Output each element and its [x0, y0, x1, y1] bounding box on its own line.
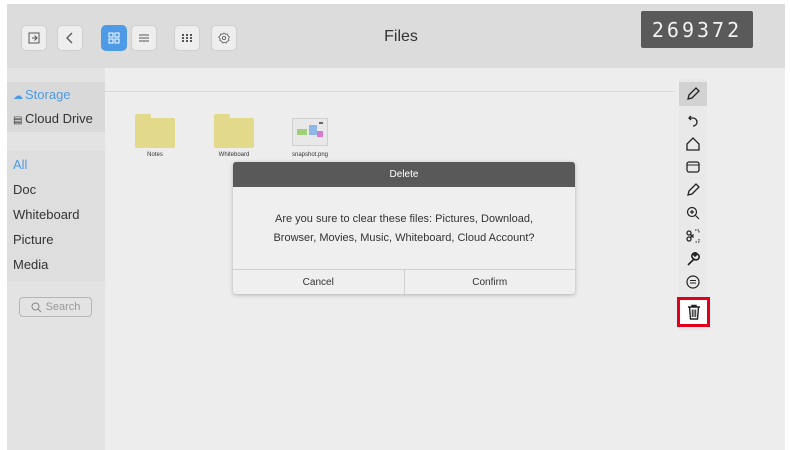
file-name: Whiteboard: [218, 152, 250, 158]
list-view-icon: [139, 34, 149, 42]
pencil-tool[interactable]: [679, 82, 707, 106]
screenshot-icon: [686, 229, 700, 243]
tools-tool[interactable]: [679, 247, 707, 271]
right-toolbar: [679, 79, 707, 331]
sidebar-item-picture[interactable]: Picture: [13, 232, 53, 247]
sidebar: ☁ Storage ▤ Cloud Drive All Doc Whiteboard…: [7, 68, 105, 450]
sidebar-item-media[interactable]: Media: [13, 257, 48, 272]
file-name: snapshot.png: [291, 152, 329, 158]
grid-view-button[interactable]: [101, 25, 127, 51]
sidebar-item-cloud-drive[interactable]: ▤ Cloud Drive: [13, 111, 93, 126]
grid-view-icon: [108, 32, 120, 44]
cloud-storage-icon: ☁: [13, 91, 23, 102]
counter-display: 269372: [641, 11, 753, 48]
home-tool[interactable]: [679, 132, 707, 156]
apps-button[interactable]: [174, 25, 200, 51]
top-bar: Files 269372: [7, 4, 785, 68]
apps-icon: [182, 34, 192, 42]
folder-icon: [135, 114, 175, 148]
undo-icon: [688, 115, 698, 127]
comment-icon: [686, 275, 700, 289]
file-item[interactable]: Whiteboard: [209, 114, 259, 158]
confirm-button[interactable]: Confirm: [405, 270, 576, 294]
settings-icon: [218, 32, 230, 44]
dialog-message: Are you sure to clear these files: Pictu…: [273, 213, 535, 244]
undo-tool[interactable]: [679, 109, 707, 133]
exit-button[interactable]: [21, 25, 47, 51]
trash-icon: [687, 304, 700, 320]
folder-icon: [214, 114, 254, 148]
wrench-icon: [687, 252, 700, 266]
file-item[interactable]: snapshot.png: [285, 118, 335, 158]
delete-dialog: Delete Are you sure to clear these files…: [233, 162, 575, 294]
pen-icon: [687, 183, 700, 196]
search-input[interactable]: Search: [19, 297, 92, 317]
zoom-in-icon: [686, 206, 700, 220]
back-chevron-icon: [66, 32, 73, 44]
file-item[interactable]: Notes: [130, 114, 180, 158]
home-icon: [686, 137, 700, 151]
screenshot-tool[interactable]: [679, 224, 707, 248]
pen-tool[interactable]: [679, 178, 707, 202]
file-name: Notes: [147, 152, 163, 158]
list-view-button[interactable]: [131, 25, 157, 51]
app-window: Files 269372 ☁ Storage ▤ Cloud Drive All D…: [7, 4, 785, 450]
exit-icon: [28, 32, 40, 44]
dialog-actions: Cancel Confirm: [233, 269, 575, 294]
dialog-title: Delete: [233, 162, 575, 187]
image-thumbnail: [292, 118, 328, 146]
sidebar-item-doc[interactable]: Doc: [13, 182, 36, 197]
back-button[interactable]: [57, 25, 83, 51]
window-tool[interactable]: [679, 155, 707, 179]
cancel-button[interactable]: Cancel: [233, 270, 405, 294]
search-icon: [31, 302, 41, 312]
divider: [105, 91, 675, 92]
drive-icon: ▤: [13, 115, 23, 126]
window-icon: [686, 161, 700, 173]
sidebar-item-storage[interactable]: ☁ Storage: [13, 87, 71, 102]
trash-tool[interactable]: [677, 297, 710, 327]
sidebar-item-whiteboard[interactable]: Whiteboard: [13, 207, 79, 222]
sidebar-item-all[interactable]: All: [13, 157, 27, 172]
settings-button[interactable]: [211, 25, 237, 51]
comment-tool[interactable]: [679, 270, 707, 294]
page-title: Files: [384, 28, 418, 45]
pencil-icon: [687, 87, 700, 100]
zoom-tool[interactable]: [679, 201, 707, 225]
